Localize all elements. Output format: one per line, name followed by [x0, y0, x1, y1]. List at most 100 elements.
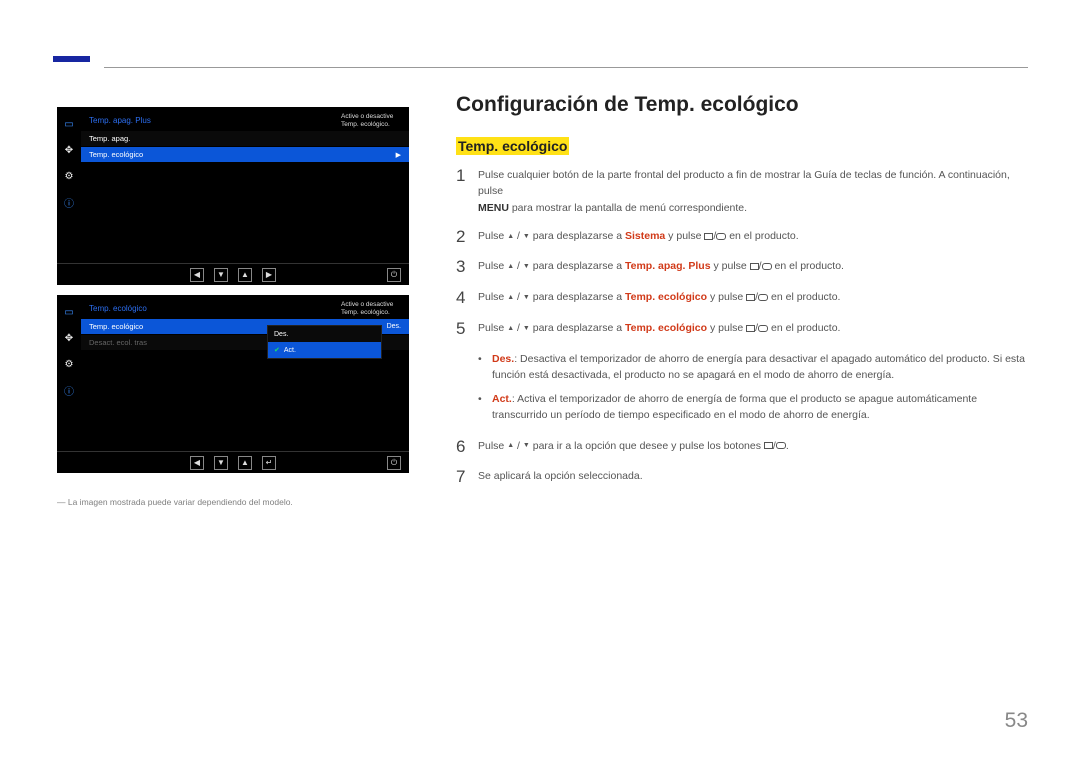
up-icon: ▲ [507, 263, 514, 270]
image-disclaimer: ― La imagen mostrada puede variar depend… [57, 497, 409, 507]
osd-navbar: ◀ ▼ ▲ ▶ ⏻ [57, 263, 409, 285]
nav-right-icon[interactable]: ▶ [262, 268, 276, 282]
step-7: 7 Se aplicará la opción seleccionada. [456, 468, 1032, 487]
power-icon[interactable]: ⏻ [387, 456, 401, 470]
osd-navbar: ◀ ▼ ▲ ↵ ⏻ [57, 451, 409, 473]
osd-option-des[interactable]: Des. [268, 326, 381, 342]
bullet-marker: • [478, 391, 492, 424]
step-text-part: Pulse [478, 322, 507, 334]
osd-hint-line: Active o desactive [341, 113, 403, 121]
nav-down-icon[interactable]: ▼ [214, 456, 228, 470]
step-text: Pulse ▲ / ▼ para desplazarse a Temp. eco… [478, 289, 1032, 308]
adjust-icon[interactable]: ✥ [62, 331, 76, 345]
osd-sidebar-icons: ▭ ✥ ⚙ ⓘ [57, 107, 81, 263]
osd-option-label: Act. [284, 347, 296, 354]
header-accent [53, 56, 90, 62]
chevron-right-icon: ▶ [396, 151, 401, 159]
osd-row-temp-ecologico[interactable]: Temp. ecológico ▶ [81, 147, 409, 163]
select-icon [750, 263, 759, 270]
osd-row-label: Temp. apag. [89, 134, 401, 143]
monitor-icon[interactable]: ▭ [62, 117, 76, 131]
step-text-part: Pulse [478, 260, 507, 272]
step-text: Pulse ▲ / ▼ para desplazarse a Temp. eco… [478, 320, 1032, 339]
step-text-part: para mostrar la pantalla de menú corresp… [509, 202, 747, 214]
up-icon: ▲ [507, 233, 514, 240]
info-icon[interactable]: ⓘ [62, 383, 76, 397]
page-title: Configuración de Temp. ecológico [456, 93, 1032, 117]
nav-up-icon[interactable]: ▲ [238, 456, 252, 470]
bullet-des: • Des.: Desactiva el temporizador de aho… [478, 351, 1032, 384]
enter-icon [716, 233, 726, 240]
nav-left-icon[interactable]: ◀ [190, 268, 204, 282]
step-text-part: y pulse [711, 260, 750, 272]
nav-enter-icon[interactable]: ↵ [262, 456, 276, 470]
step-3: 3 Pulse ▲ / ▼ para desplazarse a Temp. a… [456, 258, 1032, 277]
osd-hint-line: Active o desactive [341, 301, 403, 309]
keyword-temp-apag-plus: Temp. apag. Plus [625, 260, 711, 272]
select-icon [746, 294, 755, 301]
osd-panel-2: ▭ ✥ ⚙ ⓘ Temp. ecológico Temp. ecológico … [57, 295, 409, 473]
osd-row-label: Temp. ecológico [89, 150, 396, 159]
down-icon: ▼ [523, 294, 530, 301]
bullet-body: : Activa el temporizador de ahorro de en… [492, 393, 977, 421]
osd-hint: Active o desactive Temp. ecológico. [341, 301, 403, 317]
osd-panel-1: ▭ ✥ ⚙ ⓘ Temp. apag. Plus Temp. apag. Tem… [57, 107, 409, 285]
section-subtitle: Temp. ecológico [456, 137, 569, 155]
step-text: Pulse ▲ / ▼ para ir a la opción que dese… [478, 438, 1032, 457]
select-icon [704, 233, 713, 240]
step-text-part: Pulse [478, 291, 507, 303]
keyword-sistema: Sistema [625, 230, 665, 242]
osd-row-temp-apag[interactable]: Temp. apag. [81, 131, 409, 147]
step-text-part: Pulse [478, 440, 507, 452]
menu-keyword: MENU [478, 202, 509, 214]
step-text-part: Pulse cualquier botón de la parte fronta… [478, 169, 1010, 197]
keyword-temp-ecologico: Temp. ecológico [625, 291, 707, 303]
step-number: 1 [456, 167, 478, 216]
header-rule [104, 67, 1028, 68]
step-text-part: para desplazarse a [530, 230, 625, 242]
step-text-part: en el producto. [768, 291, 840, 303]
select-icon [746, 325, 755, 332]
bullet-act: • Act.: Activa el temporizador de ahorro… [478, 391, 1032, 424]
down-icon: ▼ [523, 263, 530, 270]
down-icon: ▼ [523, 233, 530, 240]
bullet-text: Des.: Desactiva el temporizador de ahorr… [492, 351, 1032, 384]
info-icon[interactable]: ⓘ [62, 195, 76, 209]
select-icon [764, 442, 773, 449]
enter-icon [762, 263, 772, 270]
step-number: 5 [456, 320, 478, 339]
enter-icon [776, 442, 786, 449]
step-text-part: y pulse [707, 322, 746, 334]
osd-hint-line: Temp. ecológico. [341, 121, 403, 129]
step-1: 1 Pulse cualquier botón de la parte fron… [456, 167, 1032, 216]
power-icon[interactable]: ⏻ [387, 268, 401, 282]
up-icon: ▲ [507, 442, 514, 449]
step-number: 4 [456, 289, 478, 308]
step-text-part: en el producto. [768, 322, 840, 334]
step-text-part: en el producto. [726, 230, 798, 242]
steps-list: 1 Pulse cualquier botón de la parte fron… [456, 167, 1032, 487]
step-text-part: y pulse [707, 291, 746, 303]
osd-sidebar-icons: ▭ ✥ ⚙ ⓘ [57, 295, 81, 451]
nav-up-icon[interactable]: ▲ [238, 268, 252, 282]
step-text-part: Pulse [478, 230, 507, 242]
osd-hint-line: Temp. ecológico. [341, 309, 403, 317]
step-text-part: para desplazarse a [530, 291, 625, 303]
gear-icon[interactable]: ⚙ [62, 357, 76, 371]
osd-submenu: Des. ✔ Act. [267, 325, 382, 359]
enter-icon [758, 294, 768, 301]
keyword-temp-ecologico: Temp. ecológico [625, 322, 707, 334]
gear-icon[interactable]: ⚙ [62, 169, 76, 183]
step-number: 7 [456, 468, 478, 487]
step-text-part: en el producto. [772, 260, 844, 272]
nav-left-icon[interactable]: ◀ [190, 456, 204, 470]
osd-option-act[interactable]: ✔ Act. [268, 342, 381, 358]
nav-down-icon[interactable]: ▼ [214, 268, 228, 282]
step-text: Pulse ▲ / ▼ para desplazarse a Temp. apa… [478, 258, 1032, 277]
down-icon: ▼ [523, 325, 530, 332]
adjust-icon[interactable]: ✥ [62, 143, 76, 157]
check-icon: ✔ [274, 346, 280, 354]
osd-option-label: Des. [274, 331, 288, 338]
monitor-icon[interactable]: ▭ [62, 305, 76, 319]
left-column: ▭ ✥ ⚙ ⓘ Temp. apag. Plus Temp. apag. Tem… [57, 107, 409, 507]
